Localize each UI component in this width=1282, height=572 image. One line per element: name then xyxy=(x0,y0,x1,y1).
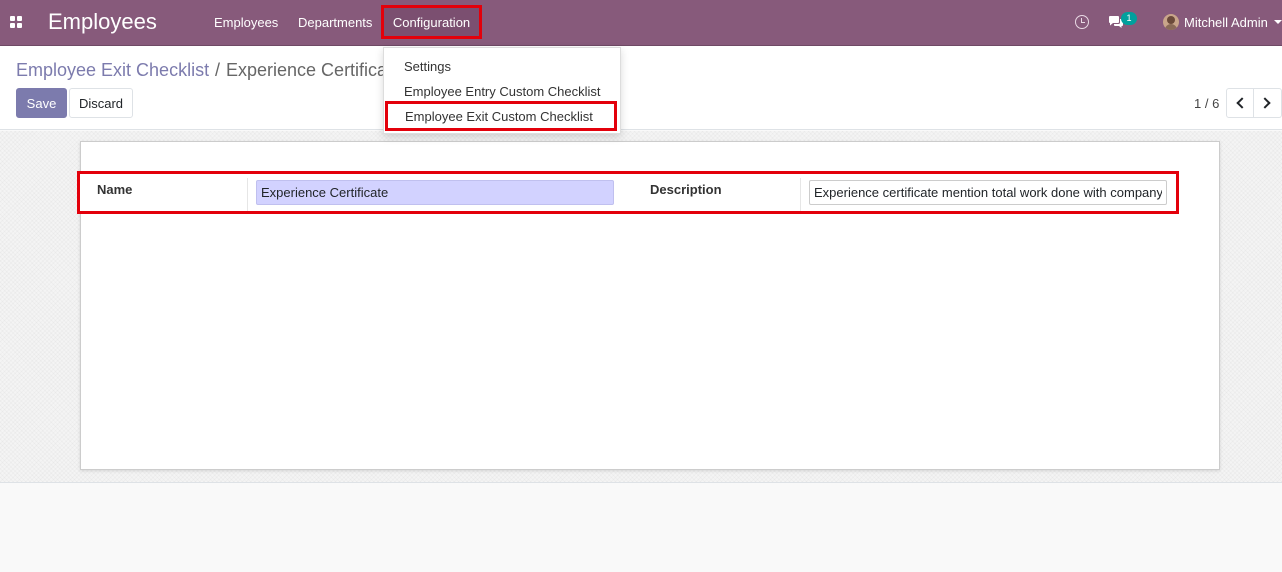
form-fields-row: Name Description xyxy=(77,171,1179,214)
description-label: Description xyxy=(650,182,722,197)
app-brand[interactable]: Employees xyxy=(48,9,157,35)
caret-down-icon[interactable] xyxy=(1274,20,1282,24)
pager-previous-button[interactable] xyxy=(1226,88,1254,118)
apps-grid-icon[interactable] xyxy=(10,16,23,29)
save-button[interactable]: Save xyxy=(16,88,67,118)
chat-badge: 1 xyxy=(1121,12,1137,25)
configuration-dropdown: Settings Employee Entry Custom Checklist… xyxy=(383,47,621,134)
pager-value[interactable]: 1 / 6 xyxy=(1194,96,1219,111)
divider xyxy=(247,178,248,211)
menu-configuration-label: Configuration xyxy=(392,14,471,30)
chevron-left-icon xyxy=(1236,97,1248,109)
divider xyxy=(800,178,801,211)
name-label: Name xyxy=(97,182,133,197)
menu-employees[interactable]: Employees xyxy=(214,15,278,30)
dropdown-item-exit-checklist-label: Employee Exit Custom Checklist xyxy=(405,109,593,124)
name-input[interactable] xyxy=(256,180,614,205)
dropdown-item-exit-checklist[interactable]: Employee Exit Custom Checklist xyxy=(385,101,617,131)
chevron-right-icon xyxy=(1259,97,1271,109)
user-menu[interactable]: Mitchell Admin xyxy=(1184,15,1268,30)
control-panel: Employee Exit Checklist / Experience Cer… xyxy=(0,46,1282,130)
discard-button[interactable]: Discard xyxy=(69,88,133,118)
description-input[interactable] xyxy=(809,180,1167,205)
dropdown-item-settings[interactable]: Settings xyxy=(404,59,451,74)
top-navbar: Employees Employees Departments Configur… xyxy=(0,0,1282,46)
menu-departments[interactable]: Departments xyxy=(298,15,372,30)
clock-icon[interactable] xyxy=(1075,15,1089,29)
avatar[interactable] xyxy=(1163,14,1179,30)
breadcrumb-current: Experience Certificate xyxy=(226,60,403,80)
dropdown-item-entry-checklist[interactable]: Employee Entry Custom Checklist xyxy=(404,84,601,99)
breadcrumb-separator: / xyxy=(215,60,221,80)
pager-next-button[interactable] xyxy=(1254,88,1282,118)
menu-configuration[interactable]: Configuration xyxy=(381,5,482,39)
breadcrumb-parent[interactable]: Employee Exit Checklist xyxy=(16,60,209,81)
